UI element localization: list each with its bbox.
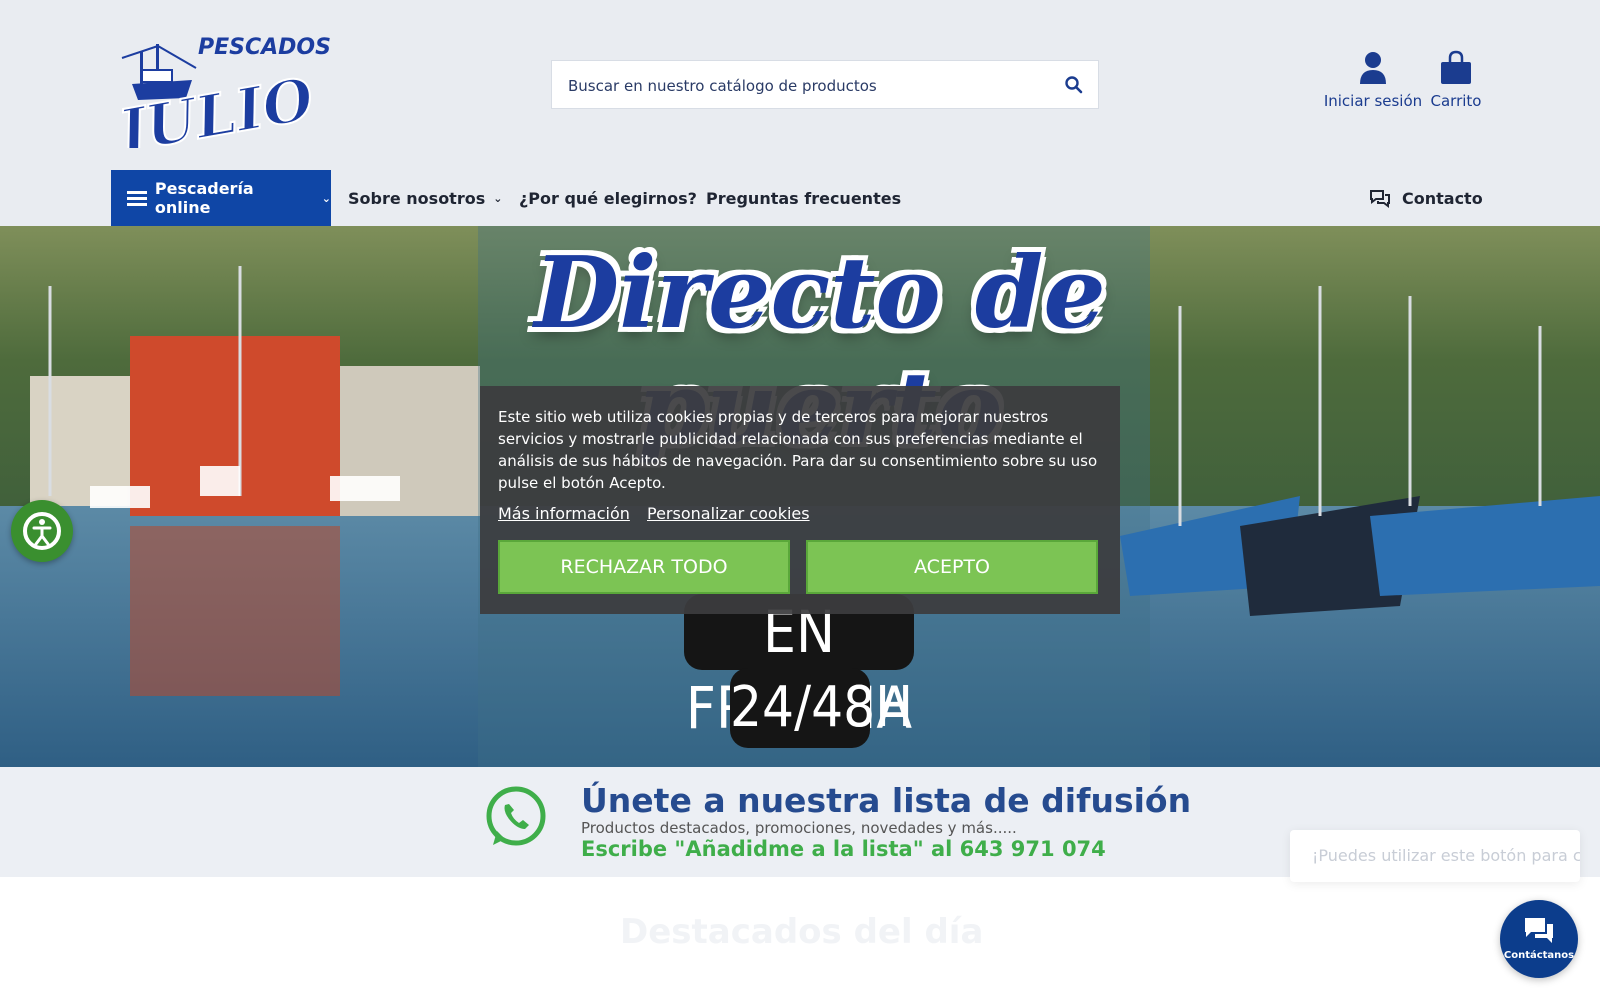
main-navigation: Pescadería online ⌄ Sobre nosotros ⌄ ¿Po…: [0, 170, 1600, 226]
login-label: Iniciar sesión: [1323, 92, 1423, 110]
chat-tooltip-text: ¡Puedes utilizar este botón para conta: [1312, 846, 1580, 865]
brand-logo[interactable]: PESCADOS JULIO: [112, 18, 342, 148]
nav-shop-label: Pescadería online: [154, 179, 254, 217]
accessibility-button[interactable]: [11, 500, 73, 562]
nav-item-faq[interactable]: Preguntas frecuentes: [706, 170, 901, 226]
accept-button[interactable]: ACEPTO: [806, 540, 1098, 594]
whatsapp-icon: [486, 786, 546, 846]
hero-delivery-time: 24/48H: [730, 668, 913, 748]
cart-label: Carrito: [1430, 92, 1482, 110]
nav-item-label: ¿Por qué elegirnos?: [519, 188, 697, 208]
nav-item-label: Sobre nosotros: [348, 188, 486, 208]
nav-contact[interactable]: Contacto: [1368, 170, 1483, 226]
brand-name-top: PESCADOS: [198, 35, 331, 60]
nav-item-label: Preguntas frecuentes: [706, 188, 902, 208]
chat-button[interactable]: Contáctanos: [1500, 900, 1578, 978]
cookie-text: Este sitio web utiliza cookies propias y…: [498, 408, 1098, 492]
whatsapp-cta: Escribe "Añadidme a la lista" al 643 971…: [581, 837, 1106, 861]
whatsapp-title: Únete a nuestra lista de difusión: [581, 781, 1192, 820]
search-input[interactable]: [566, 61, 1050, 110]
nav-shop-menu[interactable]: Pescadería online ⌄: [111, 170, 331, 226]
login-button[interactable]: Iniciar sesión: [1318, 50, 1428, 110]
cookie-customize-link[interactable]: Personalizar cookies: [647, 504, 810, 523]
chat-button-label: Contáctanos: [1503, 950, 1575, 961]
cookie-consent-dialog: Este sitio web utiliza cookies propias y…: [480, 386, 1120, 614]
site-header: PESCADOS JULIO Iniciar sesión Carrito: [0, 0, 1600, 170]
section-title: Destacados del día: [620, 912, 984, 952]
chevron-down-icon: ⌄: [493, 191, 503, 205]
content-section: Destacados del día: [0, 877, 1600, 1000]
accessibility-icon: [23, 512, 61, 550]
nav-contact-label: Contacto: [1402, 188, 1483, 208]
search-bar: [551, 60, 1099, 110]
reject-all-button[interactable]: RECHAZAR TODO: [498, 540, 790, 594]
shopping-bag-icon: [1441, 50, 1471, 84]
nav-item-why-us[interactable]: ¿Por qué elegirnos?: [519, 170, 697, 226]
menu-icon: [127, 188, 147, 209]
chat-tooltip: ¡Puedes utilizar este botón para conta: [1290, 830, 1580, 882]
whatsapp-subtitle: Productos destacados, promociones, noved…: [581, 819, 1017, 837]
nav-item-about[interactable]: Sobre nosotros ⌄: [348, 170, 502, 226]
cookie-more-info-link[interactable]: Más información: [498, 504, 630, 523]
cart-button[interactable]: Carrito: [1425, 50, 1487, 110]
chevron-down-icon: ⌄: [321, 191, 331, 205]
chat-bubbles-icon: [1370, 190, 1390, 208]
chat-icon: [1525, 918, 1553, 943]
user-icon: [1360, 52, 1386, 84]
search-icon[interactable]: [1064, 75, 1084, 95]
